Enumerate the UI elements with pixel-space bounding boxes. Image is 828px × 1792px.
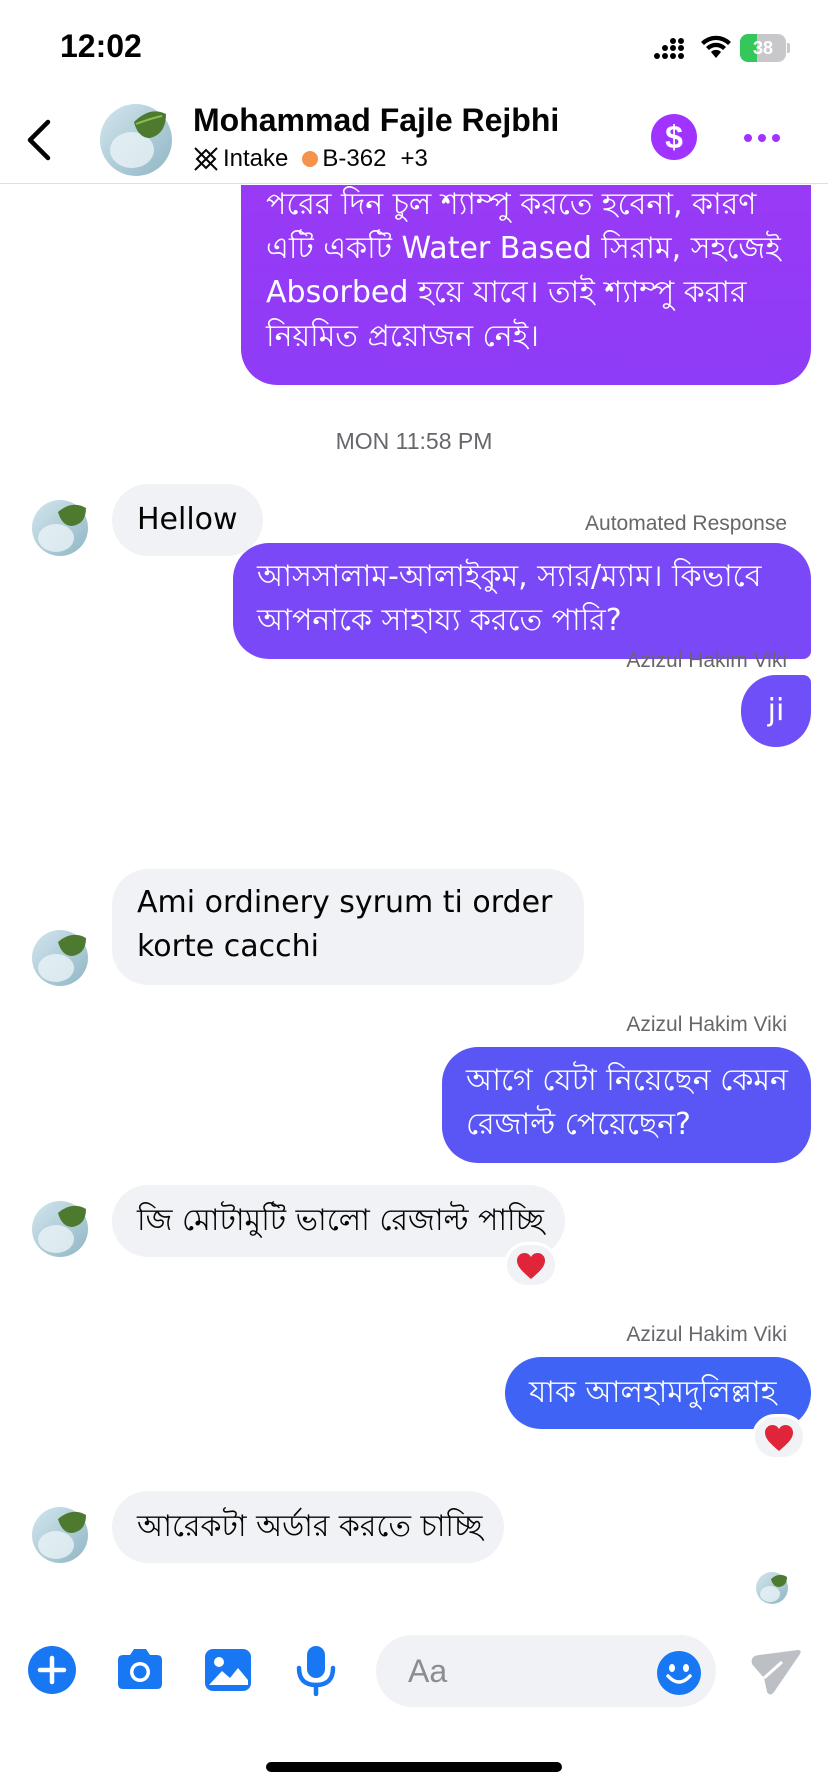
message-line: পরের দিন চুল শ্যাম্পু করতে হবেনা, কারণ [266, 187, 757, 222]
message-line: নিয়মিত প্রয়োজন নেই। [266, 319, 539, 354]
battery-percent: 38 [752, 38, 774, 58]
wifi-icon [701, 35, 731, 58]
cellular-signal-icon [654, 38, 684, 59]
home-indicator [266, 1762, 562, 1772]
message-line: Ami ordinery syrum ti order [137, 885, 553, 920]
microphone-icon[interactable] [290, 1644, 342, 1696]
message-text: আরেকটা অর্ডার করতে চাচ্ছি [137, 1509, 483, 1544]
tag-label: B-362 [322, 145, 387, 172]
sender-name: Azizul Hakim Viki [626, 1013, 787, 1036]
message-text: যাক আলহামদুলিল্লাহ [529, 1375, 777, 1410]
timestamp-divider: MON 11:58 PM [335, 428, 493, 454]
seen-indicator-avatar [756, 1572, 788, 1604]
message-text: জি মোটামুটি ভালো রেজাল্ট পাচ্ছি [137, 1203, 545, 1238]
incoming-message[interactable]: Ami ordinery syrum ti order korte cacchi [112, 869, 584, 985]
tag-color-dot [302, 151, 319, 167]
contact-avatar-small[interactable] [32, 930, 88, 986]
message-line: korte cacchi [137, 929, 319, 964]
intake-icon [194, 147, 218, 171]
incoming-message[interactable]: Hellow [112, 484, 263, 556]
battery-icon: 38 [740, 34, 790, 62]
contact-avatar-small[interactable] [32, 500, 88, 556]
message-line: রেজাল্ট পেয়েছেন? [466, 1107, 691, 1142]
sender-name: Azizul Hakim Viki [626, 649, 787, 672]
tag-more[interactable]: +3 [400, 145, 427, 173]
status-bar: 12:02 38 [0, 0, 828, 100]
message-line: আসসালাম-আলাইকুম, স্যার/ম্যাম। কিভাবে [257, 559, 762, 594]
tag-b362[interactable]: B-362 [302, 145, 386, 173]
contact-tags[interactable]: Intake B-362 +3 [193, 144, 442, 174]
contact-avatar-small[interactable] [32, 1201, 88, 1257]
message-line: Absorbed হয়ে যাবে। তাই শ্যাম্পু করার [266, 275, 747, 310]
message-composer [0, 1622, 828, 1722]
automated-response-label: Automated Response [585, 512, 787, 535]
send-icon[interactable] [750, 1648, 802, 1696]
tag-intake[interactable]: Intake [193, 145, 288, 173]
tag-more-count: +3 [400, 145, 428, 172]
message-list[interactable]: পরের দিন চুল শ্যাম্পু করতে হবেনা, কারণ এ… [0, 185, 828, 1620]
plus-icon[interactable] [26, 1644, 78, 1696]
outgoing-message[interactable]: ji [741, 675, 811, 747]
message-text: ji [767, 693, 785, 728]
camera-icon[interactable] [114, 1644, 166, 1696]
tag-label: Intake [223, 145, 289, 172]
gallery-icon[interactable] [202, 1644, 254, 1696]
sender-name: Azizul Hakim Viki [626, 1323, 787, 1346]
emoji-icon[interactable] [657, 1651, 701, 1695]
contact-name[interactable]: Mohammad Fajle Rejbhi [193, 102, 559, 139]
message-text: Hellow [137, 502, 238, 537]
message-line: আগে যেটা নিয়েছেন কেমন [466, 1063, 788, 1098]
heart-icon [765, 1425, 793, 1451]
payment-button[interactable]: $ [651, 114, 697, 160]
incoming-message[interactable]: আরেকটা অর্ডার করতে চাচ্ছি [112, 1491, 504, 1563]
contact-avatar[interactable] [100, 104, 172, 176]
contact-avatar-small[interactable] [32, 1507, 88, 1563]
outgoing-message[interactable]: পরের দিন চুল শ্যাম্পু করতে হবেনা, কারণ এ… [241, 185, 811, 385]
message-reaction[interactable] [504, 1242, 558, 1288]
more-options-button[interactable] [740, 120, 784, 156]
message-reaction[interactable] [752, 1414, 806, 1460]
back-button[interactable] [20, 116, 60, 164]
outgoing-message[interactable]: আগে যেটা নিয়েছেন কেমন রেজাল্ট পেয়েছেন? [442, 1047, 811, 1163]
message-line: এটি একটি Water Based সিরাম, সহজেই [266, 231, 781, 266]
outgoing-message[interactable]: আসসালাম-আলাইকুম, স্যার/ম্যাম। কিভাবে আপন… [233, 543, 811, 659]
conversation-header: Mohammad Fajle Rejbhi Intake B-362 +3 $ [0, 100, 828, 184]
heart-icon [517, 1253, 545, 1279]
status-time: 12:02 [60, 28, 142, 64]
message-line: আপনাকে সাহায্য করতে পারি? [257, 603, 622, 638]
incoming-message[interactable]: জি মোটামুটি ভালো রেজাল্ট পাচ্ছি [112, 1185, 565, 1257]
